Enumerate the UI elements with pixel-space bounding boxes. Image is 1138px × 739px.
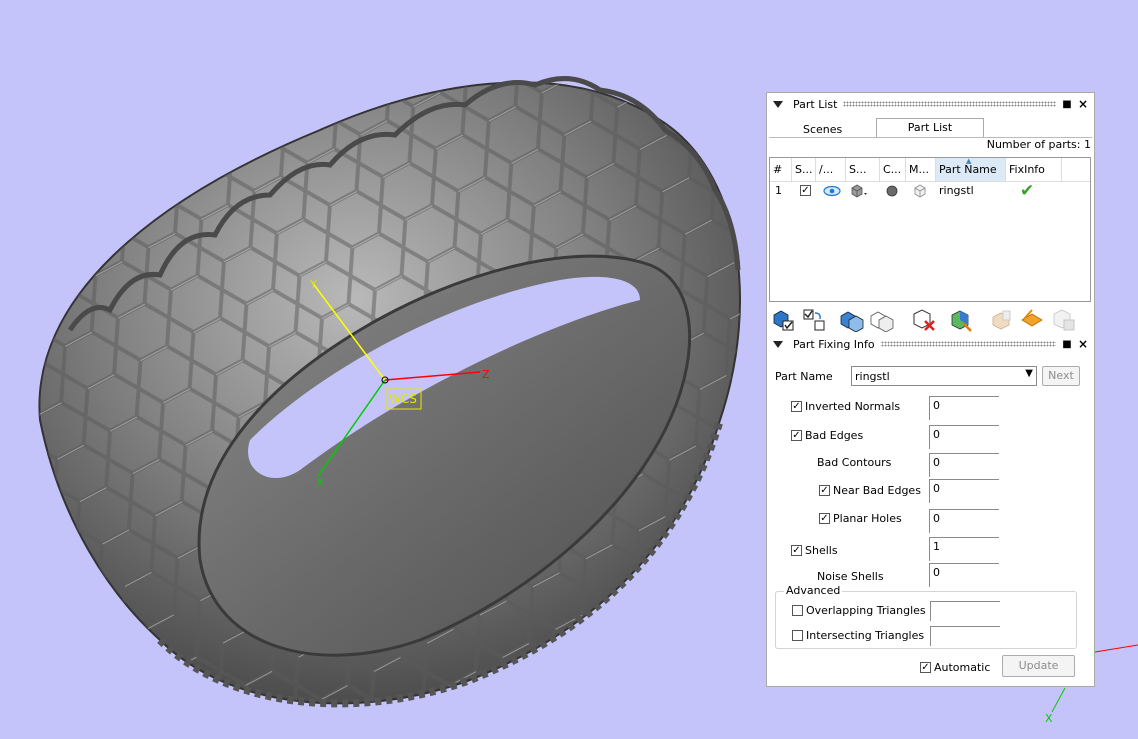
wcs-label: WCS bbox=[389, 392, 417, 406]
drag-grip[interactable] bbox=[843, 101, 1056, 107]
parts-count: Number of parts: 1 bbox=[986, 138, 1091, 151]
part-list-panel: Part List ■ × Scenes Part List Number of… bbox=[766, 92, 1095, 337]
x-axis-label: X bbox=[316, 476, 324, 489]
intersecting-triangles-value bbox=[930, 626, 1000, 646]
col-selected[interactable]: S... bbox=[792, 158, 816, 181]
ring-model bbox=[38, 76, 741, 708]
overlapping-triangles-checkbox[interactable] bbox=[792, 605, 803, 616]
update-button[interactable]: Update bbox=[1002, 655, 1075, 677]
next-button[interactable]: Next bbox=[1042, 366, 1080, 386]
close-icon[interactable]: × bbox=[1078, 97, 1088, 111]
shading-cube-icon[interactable] bbox=[850, 184, 870, 198]
shells-checkbox[interactable]: ✓ bbox=[791, 545, 802, 556]
disabled-copy-icon[interactable] bbox=[1051, 307, 1077, 333]
part-fixing-panel: Part Fixing Info ■ × Part Name ringstl ▼… bbox=[766, 332, 1095, 687]
overlapping-triangles-value bbox=[930, 601, 1000, 621]
overlapping-triangles-label: Overlapping Triangles bbox=[806, 604, 926, 617]
col-visible[interactable]: /... bbox=[816, 158, 846, 181]
inverted-normals-label: Inverted Normals bbox=[805, 400, 901, 413]
sort-indicator-icon: ▲ bbox=[966, 157, 972, 165]
z-axis-label: Z bbox=[482, 368, 490, 381]
shell-wireframe-icon[interactable] bbox=[869, 307, 895, 333]
col-shading[interactable]: S... bbox=[846, 158, 880, 181]
inverted-normals-checkbox[interactable]: ✓ bbox=[791, 401, 802, 412]
collapse-icon[interactable] bbox=[773, 100, 783, 108]
part-name-select[interactable]: ringstl ▼ bbox=[851, 366, 1037, 386]
advanced-legend: Advanced bbox=[784, 584, 843, 597]
y-axis-label: Y bbox=[310, 278, 317, 291]
bad-edges-checkbox[interactable]: ✓ bbox=[791, 430, 802, 441]
corner-x-axis-label: X bbox=[1045, 712, 1053, 725]
automatic-checkbox[interactable]: ✓ bbox=[920, 662, 931, 673]
bad-edges-value: 0 bbox=[929, 425, 999, 449]
parts-table: # S... /... S... C... M... Part Name Fix… bbox=[769, 157, 1091, 302]
row-part-name: ringstl bbox=[939, 184, 974, 197]
bad-contours-value: 0 bbox=[929, 453, 999, 477]
noise-shells-value: 0 bbox=[929, 563, 999, 587]
row-index: 1 bbox=[775, 184, 782, 197]
advanced-group: Advanced Overlapping Triangles Intersect… bbox=[775, 584, 1077, 649]
add-part-icon[interactable] bbox=[771, 307, 797, 333]
near-bad-edges-value: 0 bbox=[929, 479, 999, 503]
shells-label: Shells bbox=[805, 544, 838, 557]
planar-holes-checkbox[interactable]: ✓ bbox=[819, 513, 830, 524]
planar-holes-label: Planar Holes bbox=[833, 512, 902, 525]
near-bad-edges-label: Near Bad Edges bbox=[833, 484, 921, 497]
pin-icon[interactable]: ■ bbox=[1062, 339, 1072, 350]
near-bad-edges-checkbox[interactable]: ✓ bbox=[819, 485, 830, 496]
disabled-export-icon[interactable] bbox=[989, 307, 1015, 333]
mode-cube-icon[interactable] bbox=[913, 184, 927, 198]
drag-grip[interactable] bbox=[880, 341, 1056, 347]
close-icon[interactable]: × bbox=[1078, 337, 1088, 351]
bad-edges-label: Bad Edges bbox=[805, 429, 864, 442]
part-list-header: Part List ■ × bbox=[767, 94, 1094, 114]
intersecting-triangles-label: Intersecting Triangles bbox=[806, 629, 925, 642]
collapse-icon[interactable] bbox=[773, 340, 783, 348]
part-name-label: Part Name bbox=[775, 370, 833, 383]
noise-shells-label: Noise Shells bbox=[817, 570, 884, 583]
col-color[interactable]: C... bbox=[880, 158, 906, 181]
col-fixinfo[interactable]: FixInfo bbox=[1006, 158, 1062, 181]
row-select-checkbox[interactable]: ✓ bbox=[800, 185, 811, 196]
highlight-icon[interactable] bbox=[1019, 307, 1045, 333]
color-swatch-icon[interactable] bbox=[886, 185, 898, 197]
delete-part-icon[interactable] bbox=[911, 307, 937, 333]
planar-holes-value: 0 bbox=[929, 509, 999, 533]
shells-value: 1 bbox=[929, 537, 999, 561]
automatic-label: Automatic bbox=[934, 661, 991, 674]
chevron-down-icon: ▼ bbox=[1025, 368, 1033, 379]
tab-part-list[interactable]: Part List bbox=[876, 118, 984, 138]
eye-icon[interactable] bbox=[823, 185, 841, 197]
bad-contours-label: Bad Contours bbox=[817, 456, 892, 469]
intersecting-triangles-checkbox[interactable] bbox=[792, 630, 803, 641]
col-index[interactable]: # bbox=[770, 158, 792, 181]
fixinfo-ok-icon: ✔ bbox=[1020, 181, 1035, 201]
pin-icon[interactable]: ■ bbox=[1062, 99, 1072, 110]
table-row[interactable]: 1 ✓ ringstl ✔ bbox=[770, 181, 1090, 201]
part-fixing-header: Part Fixing Info ■ × bbox=[767, 334, 1094, 354]
part-fixing-title: Part Fixing Info bbox=[793, 337, 875, 351]
fix-part-icon[interactable] bbox=[949, 307, 975, 333]
part-list-title: Part List bbox=[793, 97, 838, 111]
shell-icon[interactable] bbox=[839, 307, 865, 333]
inverted-normals-value: 0 bbox=[929, 396, 999, 420]
select-toggle-icon[interactable] bbox=[801, 307, 827, 333]
col-mode[interactable]: M... bbox=[906, 158, 936, 181]
part-name-select-value: ringstl bbox=[855, 370, 890, 383]
